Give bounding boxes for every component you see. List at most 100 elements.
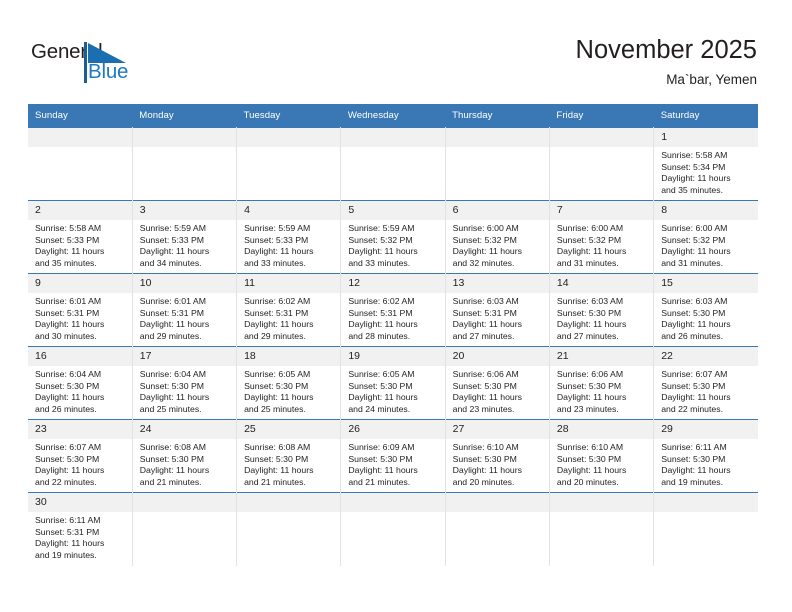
page-title: November 2025 xyxy=(575,36,757,64)
calendar-day-cell[interactable]: 20 Sunrise: 6:06 AM Sunset: 5:30 PM Dayligh… xyxy=(444,346,550,420)
sunset-text: Sunset: 5:30 PM xyxy=(139,453,205,464)
calendar-day-cell[interactable]: 13 Sunrise: 6:03 AM Sunset: 5:31 PM Dayligh… xyxy=(444,273,550,347)
day-number: 14 xyxy=(549,274,654,293)
calendar-day-cell[interactable]: 23 Sunrise: 6:07 AM Sunset: 5:30 PM Dayligh… xyxy=(28,419,133,493)
calendar-header-row: Sunday Monday Tuesday Wednesday Thursday… xyxy=(28,104,758,128)
daylight-text: Daylight: 11 hours xyxy=(139,465,210,476)
calendar-day-cell[interactable]: 16 Sunrise: 6:04 AM Sunset: 5:30 PM Dayligh… xyxy=(28,346,133,420)
calendar-day-cell[interactable]: 14 Sunrise: 6:03 AM Sunset: 5:30 PM Dayligh… xyxy=(548,273,655,347)
sunrise-text: Sunrise: 6:03 AM xyxy=(452,296,519,306)
calendar-day-cell[interactable]: 27 Sunrise: 6:10 AM Sunset: 5:30 PM Dayligh… xyxy=(444,419,550,493)
calendar-day-cell[interactable]: 6 Sunrise: 6:00 AM Sunset: 5:32 PM Daylight… xyxy=(444,200,550,274)
weekday-header-sunday: Sunday xyxy=(28,104,133,128)
day-details: Sunrise: 6:10 AM Sunset: 5:30 PM Daylight:… xyxy=(446,439,549,488)
daylight-text: and 35 minutes. xyxy=(661,184,724,195)
calendar-day-cell[interactable]: 4 Sunrise: 5:59 AM Sunset: 5:33 PM Daylight… xyxy=(236,200,342,274)
day-details: Sunrise: 6:10 AM Sunset: 5:30 PM Daylight:… xyxy=(550,439,653,488)
calendar-cell-empty xyxy=(28,127,133,201)
calendar-day-cell[interactable]: 12 Sunrise: 6:02 AM Sunset: 5:31 PM Dayligh… xyxy=(340,273,446,347)
calendar-day-cell[interactable]: 3 Sunrise: 5:59 AM Sunset: 5:33 PM Daylight… xyxy=(131,200,238,274)
calendar-day-cell[interactable]: 9 Sunrise: 6:01 AM Sunset: 5:31 PM Daylight… xyxy=(28,273,133,347)
day-number: 15 xyxy=(654,274,758,293)
calendar-day-cell[interactable]: 17 Sunrise: 6:04 AM Sunset: 5:30 PM Dayligh… xyxy=(131,346,238,420)
day-number xyxy=(341,493,445,512)
calendar-day-cell[interactable]: 2 Sunrise: 5:58 AM Sunset: 5:33 PM Daylight… xyxy=(28,200,133,274)
calendar-day-cell[interactable]: 24 Sunrise: 6:08 AM Sunset: 5:30 PM Dayligh… xyxy=(131,419,238,493)
calendar-cell-empty xyxy=(236,127,342,201)
day-number: 25 xyxy=(237,420,341,439)
day-details: Sunrise: 5:58 AM Sunset: 5:33 PM Daylight:… xyxy=(28,220,132,269)
day-details: Sunrise: 5:58 AM Sunset: 5:34 PM Daylight:… xyxy=(654,147,758,196)
sunset-text: Sunset: 5:31 PM xyxy=(35,307,100,318)
daylight-text: Daylight: 11 hours xyxy=(348,319,418,330)
sunrise-text: Sunrise: 6:10 AM xyxy=(556,442,624,452)
calendar-day-cell[interactable]: 1 Sunrise: 5:58 AM Sunset: 5:34 PM Daylight… xyxy=(653,127,758,201)
calendar-day-cell[interactable]: 21 Sunrise: 6:06 AM Sunset: 5:30 PM Dayligh… xyxy=(548,346,655,420)
sunrise-text: Sunrise: 5:59 AM xyxy=(348,223,415,233)
daylight-text: Daylight: 11 hours xyxy=(452,246,523,257)
sunrise-text: Sunrise: 5:58 AM xyxy=(661,150,728,160)
sunrise-text: Sunrise: 6:03 AM xyxy=(661,296,728,306)
sunset-text: Sunset: 5:30 PM xyxy=(556,307,622,318)
day-number: 24 xyxy=(132,420,237,439)
sunset-text: Sunset: 5:30 PM xyxy=(661,453,726,464)
day-details: Sunrise: 6:08 AM Sunset: 5:30 PM Daylight:… xyxy=(133,439,236,488)
day-details: Sunrise: 6:00 AM Sunset: 5:32 PM Daylight:… xyxy=(550,220,653,269)
sunset-text: Sunset: 5:30 PM xyxy=(661,307,726,318)
daylight-text: and 28 minutes. xyxy=(348,330,411,341)
sunrise-text: Sunrise: 6:08 AM xyxy=(139,442,206,452)
daylight-text: and 34 minutes. xyxy=(139,257,202,268)
calendar-day-cell[interactable]: 29 Sunrise: 6:11 AM Sunset: 5:30 PM Dayligh… xyxy=(653,419,758,493)
day-number: 26 xyxy=(341,420,445,439)
day-details: Sunrise: 6:03 AM Sunset: 5:30 PM Daylight:… xyxy=(654,293,758,342)
day-number xyxy=(237,493,341,512)
sunset-text: Sunset: 5:30 PM xyxy=(35,380,100,391)
calendar-day-cell[interactable]: 10 Sunrise: 6:01 AM Sunset: 5:31 PM Dayligh… xyxy=(131,273,238,347)
calendar-day-cell[interactable]: 19 Sunrise: 6:05 AM Sunset: 5:30 PM Dayligh… xyxy=(340,346,446,420)
sunset-text: Sunset: 5:30 PM xyxy=(139,380,205,391)
general-blue-logo[interactable]: General Blue xyxy=(31,41,181,89)
day-number: 17 xyxy=(132,347,237,366)
day-number: 19 xyxy=(341,347,445,366)
day-number: 23 xyxy=(28,420,132,439)
daylight-text: and 25 minutes. xyxy=(139,403,202,414)
weekday-header-thursday: Thursday xyxy=(445,104,550,128)
day-details: Sunrise: 6:11 AM Sunset: 5:30 PM Daylight:… xyxy=(654,439,758,488)
calendar-cell-empty xyxy=(131,492,238,566)
daylight-text: Daylight: 11 hours xyxy=(35,538,105,549)
calendar-day-cell[interactable]: 15 Sunrise: 6:03 AM Sunset: 5:30 PM Dayligh… xyxy=(653,273,758,347)
sunrise-text: Sunrise: 6:11 AM xyxy=(35,515,101,525)
calendar-day-cell[interactable]: 30 Sunrise: 6:11 AM Sunset: 5:31 PM Dayligh… xyxy=(28,492,133,566)
sunset-text: Sunset: 5:32 PM xyxy=(661,234,726,245)
day-number: 21 xyxy=(549,347,654,366)
day-number: 1 xyxy=(654,128,758,147)
day-number: 10 xyxy=(132,274,237,293)
calendar-day-cell[interactable]: 18 Sunrise: 6:05 AM Sunset: 5:30 PM Dayligh… xyxy=(236,346,342,420)
calendar-day-cell[interactable]: 5 Sunrise: 5:59 AM Sunset: 5:32 PM Daylight… xyxy=(340,200,446,274)
calendar-day-cell[interactable]: 11 Sunrise: 6:02 AM Sunset: 5:31 PM Dayligh… xyxy=(236,273,342,347)
day-number: 5 xyxy=(341,201,445,220)
daylight-text: Daylight: 11 hours xyxy=(244,246,314,257)
calendar-cell-empty xyxy=(340,127,446,201)
calendar-day-cell[interactable]: 25 Sunrise: 6:08 AM Sunset: 5:30 PM Dayligh… xyxy=(236,419,342,493)
calendar-day-cell[interactable]: 26 Sunrise: 6:09 AM Sunset: 5:30 PM Dayligh… xyxy=(340,419,446,493)
daylight-text: Daylight: 11 hours xyxy=(556,319,627,330)
logo-text-blue: Blue xyxy=(88,60,129,83)
calendar-day-cell[interactable]: 28 Sunrise: 6:10 AM Sunset: 5:30 PM Dayligh… xyxy=(548,419,655,493)
daylight-text: and 21 minutes. xyxy=(139,476,202,487)
day-details: Sunrise: 6:07 AM Sunset: 5:30 PM Daylight:… xyxy=(654,366,758,415)
day-number: 16 xyxy=(28,347,132,366)
calendar-day-cell[interactable]: 22 Sunrise: 6:07 AM Sunset: 5:30 PM Dayligh… xyxy=(653,346,758,420)
sunset-text: Sunset: 5:30 PM xyxy=(452,380,517,391)
calendar-day-cell[interactable]: 8 Sunrise: 6:00 AM Sunset: 5:32 PM Daylight… xyxy=(653,200,758,274)
sunset-text: Sunset: 5:31 PM xyxy=(35,526,100,537)
weekday-header-tuesday: Tuesday xyxy=(236,104,341,128)
calendar-day-cell[interactable]: 7 Sunrise: 6:00 AM Sunset: 5:32 PM Daylight… xyxy=(548,200,655,274)
sunset-text: Sunset: 5:31 PM xyxy=(139,307,205,318)
day-number: 2 xyxy=(28,201,132,220)
sunset-text: Sunset: 5:30 PM xyxy=(348,453,413,464)
calendar-cell-empty xyxy=(444,492,550,566)
daylight-text: Daylight: 11 hours xyxy=(661,465,731,476)
sunrise-text: Sunrise: 6:05 AM xyxy=(244,369,311,379)
day-number xyxy=(549,128,654,147)
